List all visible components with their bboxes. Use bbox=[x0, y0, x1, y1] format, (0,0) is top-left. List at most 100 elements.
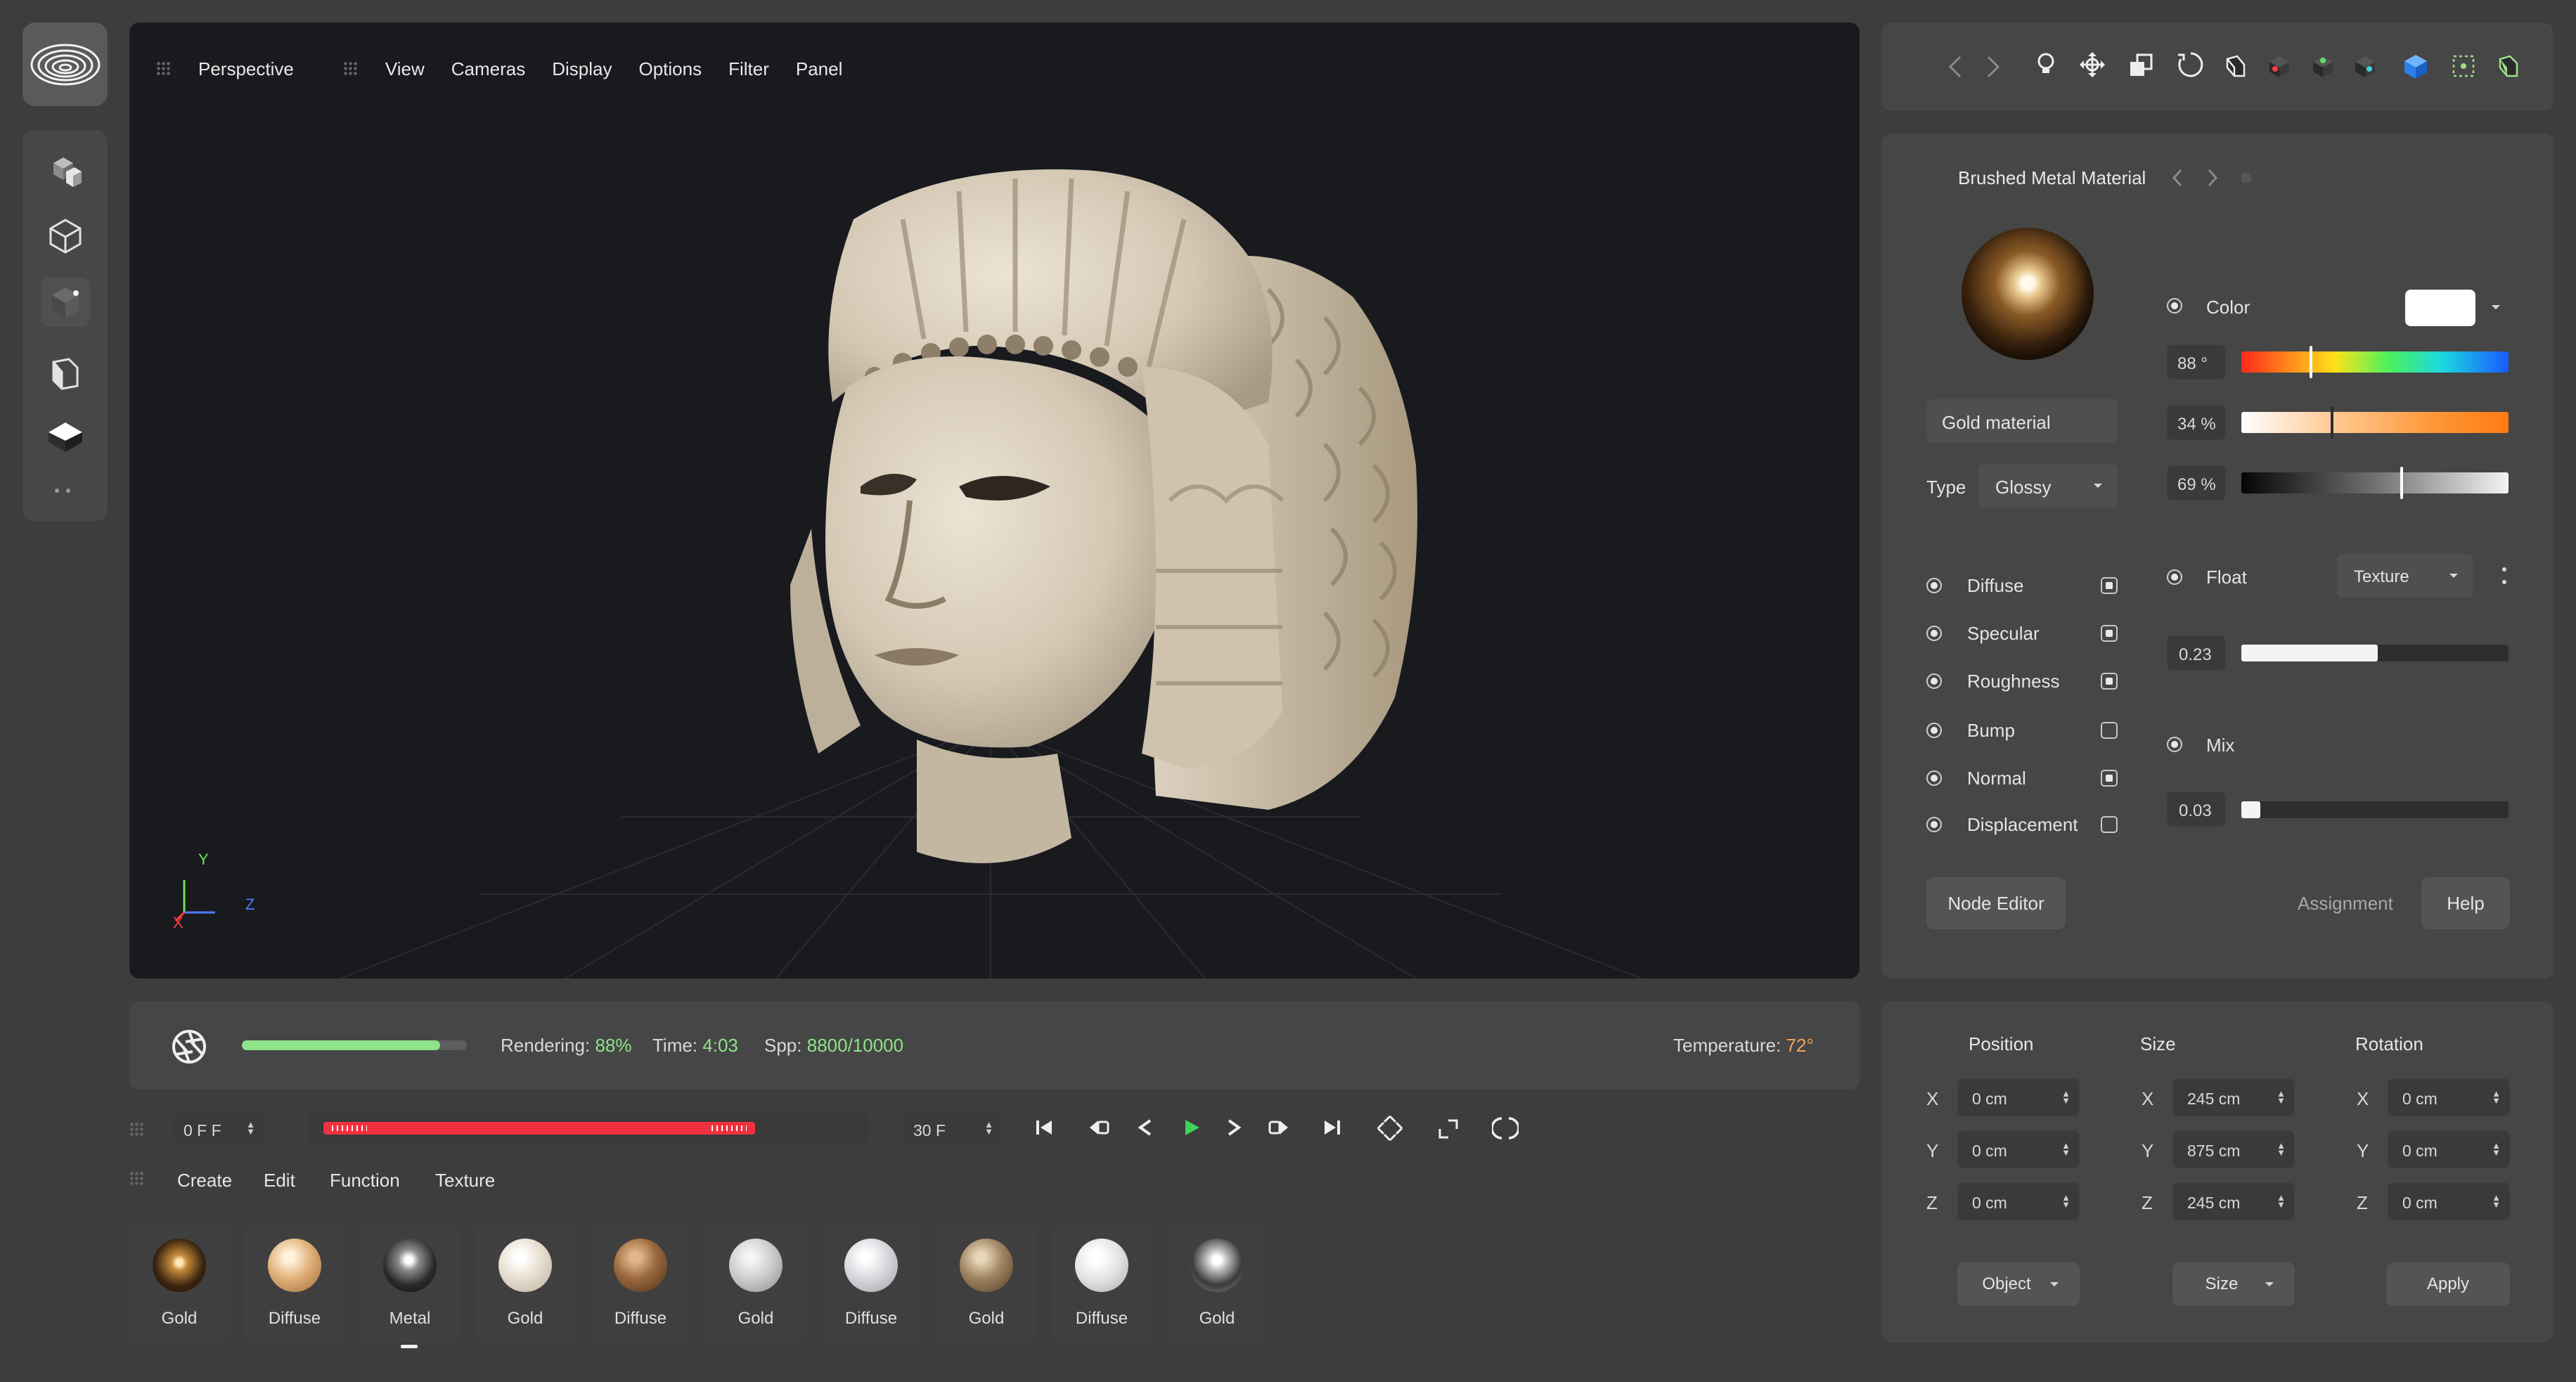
saturation-slider-thumb[interactable] bbox=[2331, 406, 2334, 439]
stepper-icon[interactable]: ▲ ▼ bbox=[2061, 1089, 2071, 1105]
chevron-right-icon[interactable] bbox=[1985, 54, 2001, 79]
rotation-z-field[interactable]: 0 cm ▲ ▼ bbox=[2388, 1182, 2510, 1220]
help-button[interactable]: Help bbox=[2421, 877, 2510, 929]
float-slider[interactable] bbox=[2241, 645, 2509, 661]
mix-slider[interactable] bbox=[2241, 801, 2509, 818]
channel-radio[interactable] bbox=[1926, 770, 1942, 786]
material-tile[interactable]: Gold bbox=[1167, 1223, 1267, 1343]
material-name-field[interactable]: Gold material bbox=[1926, 399, 2118, 443]
blue-cube-icon[interactable] bbox=[2402, 52, 2430, 80]
cube-solid-tool-icon[interactable] bbox=[41, 278, 90, 327]
position-x-field[interactable]: 0 cm ▲ ▼ bbox=[1957, 1078, 2080, 1116]
scale-tool-icon[interactable] bbox=[2127, 52, 2156, 79]
hue-slider[interactable] bbox=[2241, 346, 2509, 378]
brightness-field[interactable]: 69 % bbox=[2167, 465, 2226, 501]
stepper-icon[interactable]: ▲ ▼ bbox=[2061, 1141, 2071, 1157]
more-tools-icon[interactable] bbox=[55, 489, 70, 493]
channel-radio[interactable] bbox=[1926, 817, 1942, 832]
stepper-icon[interactable]: ▲ ▼ bbox=[2276, 1193, 2286, 1209]
channel-checkbox[interactable] bbox=[2101, 722, 2118, 739]
channel-radio[interactable] bbox=[1926, 673, 1942, 689]
position-y-field[interactable]: 0 cm ▲ ▼ bbox=[1957, 1130, 2080, 1168]
drag-handle-icon[interactable] bbox=[342, 61, 359, 77]
material-tile-selected[interactable]: Metal bbox=[360, 1223, 460, 1348]
node-editor-button[interactable]: Node Editor bbox=[1926, 877, 2066, 929]
cubes-tool-icon[interactable] bbox=[41, 146, 90, 195]
position-z-field[interactable]: 0 cm ▲ ▼ bbox=[1957, 1182, 2080, 1220]
chevron-left-icon[interactable] bbox=[1947, 54, 1963, 79]
menu-cameras[interactable]: Cameras bbox=[451, 58, 525, 80]
step-back-icon[interactable] bbox=[1138, 1119, 1153, 1136]
stepper-icon[interactable]: ▲ ▼ bbox=[246, 1120, 255, 1136]
aperture-icon[interactable] bbox=[170, 1028, 208, 1066]
chevron-left-icon[interactable] bbox=[2171, 167, 2184, 188]
sculpture-model[interactable] bbox=[650, 135, 1479, 901]
material-tile[interactable]: Diffuse bbox=[1052, 1223, 1152, 1343]
material-tile[interactable]: Gold bbox=[129, 1223, 229, 1343]
previous-key-icon[interactable] bbox=[1088, 1118, 1109, 1137]
size-x-field[interactable]: 245 cm ▲ ▼ bbox=[2172, 1078, 2295, 1116]
timeline-track[interactable] bbox=[308, 1112, 869, 1144]
chevron-down-icon[interactable] bbox=[2490, 304, 2501, 311]
float-mode-dropdown[interactable]: Texture bbox=[2337, 554, 2473, 598]
expand-icon[interactable] bbox=[1437, 1118, 1460, 1140]
assignment-link[interactable]: Assignment bbox=[2298, 893, 2393, 915]
move-keys-icon[interactable] bbox=[1377, 1115, 1403, 1142]
cyan-cube-icon[interactable] bbox=[2352, 53, 2378, 79]
next-key-icon[interactable] bbox=[1268, 1118, 1289, 1137]
menu-view[interactable]: View bbox=[385, 58, 425, 80]
green-cube-icon[interactable] bbox=[2310, 53, 2336, 79]
size-y-field[interactable]: 875 cm ▲ ▼ bbox=[2172, 1130, 2295, 1168]
mix-radio[interactable] bbox=[2167, 737, 2182, 752]
stepper-icon[interactable]: ▲ ▼ bbox=[2492, 1193, 2501, 1209]
channel-checkbox[interactable] bbox=[2101, 816, 2118, 833]
channel-checkbox[interactable] bbox=[2101, 577, 2118, 594]
rotation-x-field[interactable]: 0 cm ▲ ▼ bbox=[2388, 1078, 2510, 1116]
menu-display[interactable]: Display bbox=[552, 58, 612, 80]
more-vertical-icon[interactable] bbox=[2501, 565, 2507, 586]
rotate-tool-icon[interactable] bbox=[2177, 51, 2205, 79]
float-radio[interactable] bbox=[2167, 569, 2182, 585]
material-tile[interactable]: Gold bbox=[706, 1223, 806, 1343]
menu-panel[interactable]: Panel bbox=[796, 58, 843, 80]
app-logo[interactable] bbox=[22, 22, 108, 106]
object-select[interactable]: Object bbox=[1957, 1262, 2080, 1306]
drag-handle-icon[interactable] bbox=[129, 1122, 145, 1137]
loop-icon[interactable] bbox=[1492, 1115, 1519, 1142]
cube-outline-tool-icon[interactable] bbox=[41, 212, 90, 261]
hue-slider-thumb[interactable] bbox=[2309, 346, 2312, 378]
range-end-handle[interactable] bbox=[711, 1125, 747, 1131]
material-tile[interactable]: Diffuse bbox=[591, 1223, 690, 1343]
stepper-icon[interactable]: ▲ ▼ bbox=[2492, 1089, 2501, 1105]
material-tile[interactable]: Gold bbox=[936, 1223, 1036, 1343]
material-tile[interactable]: Diffuse bbox=[245, 1223, 344, 1343]
menu-options[interactable]: Options bbox=[638, 58, 702, 80]
view-mode-label[interactable]: Perspective bbox=[198, 58, 294, 80]
box-lit-tool-icon[interactable] bbox=[41, 413, 90, 462]
color-swatch[interactable] bbox=[2405, 290, 2475, 326]
pin-icon[interactable] bbox=[2241, 173, 2251, 183]
step-forward-icon[interactable] bbox=[1226, 1119, 1242, 1136]
menu-filter[interactable]: Filter bbox=[728, 58, 769, 80]
light-bulb-icon[interactable] bbox=[2033, 51, 2059, 79]
channel-radio[interactable] bbox=[1926, 723, 1942, 738]
saturation-slider[interactable] bbox=[2241, 406, 2509, 439]
material-preview-sphere[interactable] bbox=[1962, 228, 2094, 360]
stepper-icon[interactable]: ▲ ▼ bbox=[2276, 1141, 2286, 1157]
float-value-field[interactable]: 0.23 bbox=[2167, 635, 2226, 671]
plane-object-icon[interactable] bbox=[2223, 52, 2250, 79]
skip-to-end-icon[interactable] bbox=[1323, 1118, 1341, 1137]
menu-create[interactable]: Create bbox=[177, 1170, 232, 1192]
channel-radio[interactable] bbox=[1926, 578, 1942, 593]
rotation-y-field[interactable]: 0 cm ▲ ▼ bbox=[2388, 1130, 2510, 1168]
brightness-slider-thumb[interactable] bbox=[2400, 467, 2403, 499]
size-z-field[interactable]: 245 cm ▲ ▼ bbox=[2172, 1182, 2295, 1220]
move-tool-icon[interactable] bbox=[2078, 51, 2106, 79]
apply-button[interactable]: Apply bbox=[2386, 1262, 2510, 1306]
stepper-icon[interactable]: ▲ ▼ bbox=[2061, 1193, 2071, 1209]
menu-edit[interactable]: Edit bbox=[264, 1170, 295, 1192]
menu-function[interactable]: Function bbox=[330, 1170, 400, 1192]
channel-checkbox[interactable] bbox=[2101, 625, 2118, 642]
size-select[interactable]: Size bbox=[2172, 1262, 2295, 1306]
color-radio[interactable] bbox=[2167, 298, 2182, 314]
